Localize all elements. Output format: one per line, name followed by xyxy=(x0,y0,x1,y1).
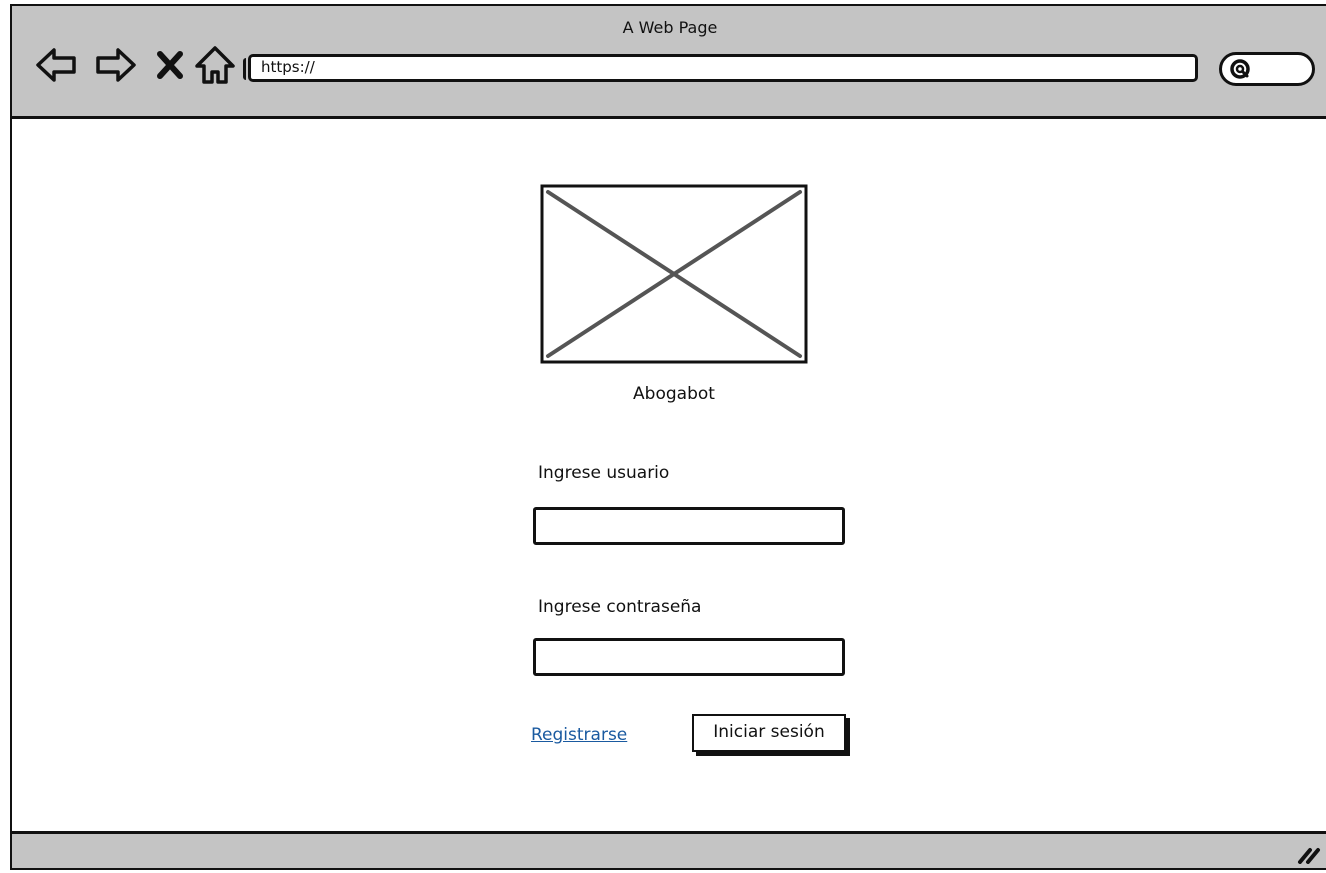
search-icon xyxy=(1230,59,1250,79)
url-text: https:// xyxy=(261,58,315,76)
username-field[interactable] xyxy=(533,507,845,545)
register-link[interactable]: Registrarse xyxy=(531,725,627,745)
password-field[interactable] xyxy=(533,638,845,676)
browser-window: A Web Page https:// Abogabot Ingrese usu… xyxy=(10,4,1326,870)
forward-arrow-icon[interactable] xyxy=(92,42,138,88)
search-box[interactable] xyxy=(1219,52,1315,86)
close-icon[interactable] xyxy=(148,42,194,88)
image-placeholder-icon xyxy=(540,184,808,364)
url-bar-edge xyxy=(243,58,250,80)
back-arrow-icon[interactable] xyxy=(34,42,80,88)
page-title: A Web Page xyxy=(622,18,718,37)
browser-toolbar: A Web Page https:// xyxy=(12,6,1326,119)
resize-grip-icon[interactable] xyxy=(1296,842,1322,864)
username-label: Ingrese usuario xyxy=(538,463,670,483)
password-label: Ingrese contraseña xyxy=(538,597,702,617)
login-button[interactable]: Iniciar sesión xyxy=(692,714,846,752)
status-bar xyxy=(12,831,1326,868)
url-bar[interactable]: https:// xyxy=(243,54,1198,82)
brand-name: Abogabot xyxy=(633,384,715,404)
home-icon[interactable] xyxy=(192,42,238,88)
